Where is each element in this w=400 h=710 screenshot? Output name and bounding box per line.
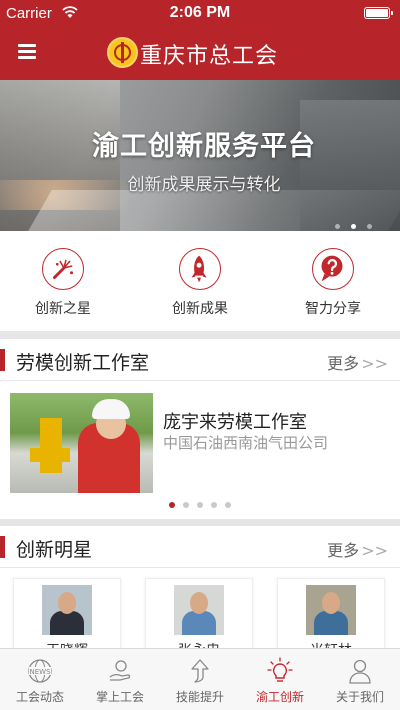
banner-title: 渝工创新服务平台 — [92, 131, 316, 162]
more-label: 更多 — [327, 541, 360, 560]
valve-shape — [40, 418, 62, 473]
studio-pager-dot[interactable] — [211, 502, 217, 508]
valve-shape — [30, 448, 70, 462]
chevron-right-icon: >> — [361, 541, 388, 560]
tab-innovation[interactable]: 渝工创新 — [240, 649, 320, 710]
star-name: 王晓辉 — [14, 640, 120, 648]
more-label: 更多 — [327, 354, 360, 373]
quick-link-label: 智力分享 — [305, 301, 361, 317]
star-name: 张永忠 — [146, 640, 252, 648]
studio-title: 庞宇来劳模工作室 — [163, 412, 307, 433]
section-divider — [0, 331, 400, 339]
studio-more-link[interactable]: 更多 >> — [327, 350, 388, 374]
tab-mobile-union[interactable]: 掌上工会 — [80, 649, 160, 710]
studio-photo — [10, 393, 153, 493]
rocket-icon — [179, 248, 221, 290]
status-bar: Carrier 2:06 PM — [0, 0, 400, 28]
section-marker — [0, 349, 5, 371]
studio-pager-dot[interactable] — [183, 502, 189, 508]
page-title: 重庆市总工会 — [140, 44, 279, 69]
banner-pager-dot[interactable] — [367, 224, 372, 229]
fireworks-icon — [42, 248, 84, 290]
section-marker — [0, 536, 5, 558]
chevron-right-icon: >> — [361, 354, 388, 373]
banner-carousel[interactable]: 渝工创新服务平台 创新成果展示与转化 — [0, 80, 400, 231]
studio-pager-dot-active[interactable] — [169, 502, 175, 508]
quick-link-knowledge-share[interactable]: 智力分享 — [283, 248, 383, 318]
person-icon — [346, 657, 374, 685]
avatar — [42, 585, 92, 635]
tab-label: 关于我们 — [335, 690, 384, 704]
hard-hat-icon — [92, 399, 130, 419]
studio-section-header: 劳模创新工作室 更多 >> — [0, 339, 400, 381]
app-header: Carrier 2:06 PM 重庆市总工会 — [0, 0, 400, 80]
tab-label: 掌上工会 — [95, 690, 144, 704]
quick-link-innovation-star[interactable]: 创新之星 — [13, 248, 113, 318]
stars-more-link[interactable]: 更多 >> — [327, 537, 388, 561]
question-icon — [312, 248, 354, 290]
tab-label: 技能提升 — [175, 690, 224, 704]
star-card[interactable]: 张永忠 — [145, 578, 253, 648]
section-title: 劳模创新工作室 — [16, 352, 150, 374]
stars-section-header: 创新明星 更多 >> — [0, 526, 400, 568]
tab-label: 工会动态 — [15, 690, 64, 704]
banner-subtitle: 创新成果展示与转化 — [127, 175, 281, 195]
studio-company: 中国石油西南油气田公司 — [163, 434, 329, 452]
bottom-tab-bar: NEWS 工会动态 掌上工会 技能提升 渝工创新 关于我们 — [0, 648, 400, 710]
arrow-up-icon — [186, 657, 214, 685]
lightbulb-icon — [266, 657, 294, 685]
tab-union-news[interactable]: NEWS 工会动态 — [0, 649, 80, 710]
quick-link-label: 创新之星 — [35, 301, 91, 317]
star-card[interactable]: 米轩林 — [277, 578, 385, 648]
stars-list: 王晓辉 张永忠 米轩林 — [0, 568, 400, 648]
featured-studio-card[interactable]: 庞宇来劳模工作室 中国石油西南油气田公司 — [0, 382, 400, 519]
quick-link-innovation-results[interactable]: 创新成果 — [150, 248, 250, 318]
menu-icon[interactable] — [18, 42, 40, 62]
star-name: 米轩林 — [278, 640, 384, 648]
tab-label: 渝工创新 — [255, 690, 304, 704]
section-title: 创新明星 — [16, 539, 93, 561]
tab-skills[interactable]: 技能提升 — [160, 649, 240, 710]
hand-icon — [106, 657, 134, 685]
studio-pager-dot[interactable] — [197, 502, 203, 508]
quick-link-label: 创新成果 — [172, 301, 228, 317]
avatar — [174, 585, 224, 635]
studio-pager — [0, 502, 400, 508]
tab-about-us[interactable]: 关于我们 — [320, 649, 400, 710]
news-globe-icon: NEWS — [26, 657, 54, 685]
battery-icon — [364, 7, 393, 19]
banner-pager-dot-active[interactable] — [350, 224, 356, 229]
union-logo-icon — [107, 37, 138, 68]
status-time: 2:06 PM — [169, 4, 231, 21]
banner-pager-dot[interactable] — [334, 224, 340, 229]
studio-pager-dot[interactable] — [225, 502, 231, 508]
quick-links: 创新之星 创新成果 智力分享 — [0, 231, 400, 331]
avatar — [306, 585, 356, 635]
star-card[interactable]: 王晓辉 — [13, 578, 121, 648]
svg-text:NEWS: NEWS — [29, 668, 51, 676]
